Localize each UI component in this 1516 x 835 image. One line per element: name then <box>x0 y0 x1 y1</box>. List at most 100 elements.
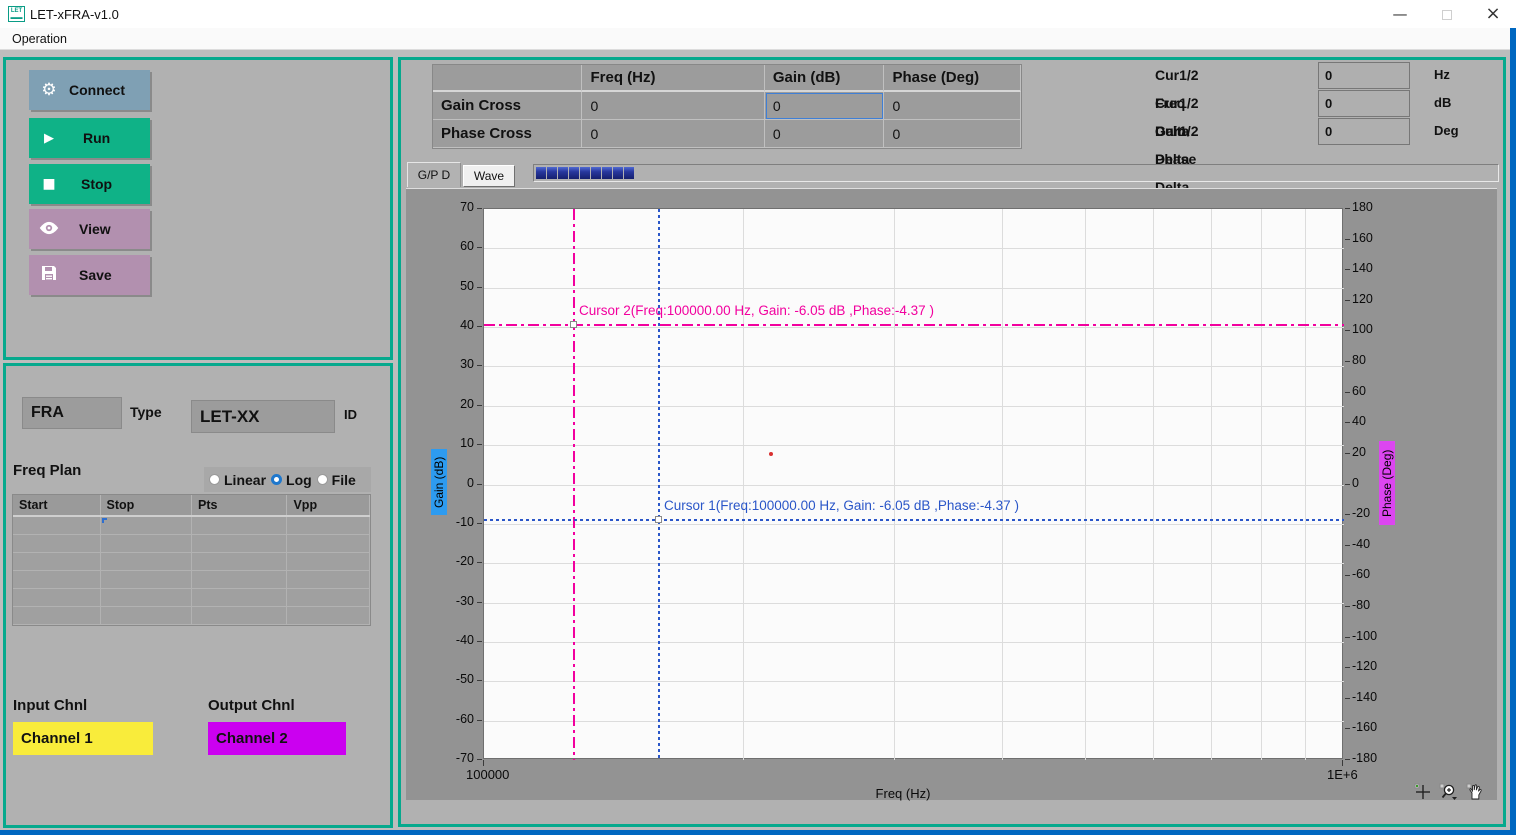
stop-button[interactable]: ■ Stop <box>29 164 150 204</box>
plan-cell[interactable] <box>287 535 370 552</box>
tab-gpd[interactable]: G/P D <box>407 162 461 187</box>
plan-cell[interactable] <box>192 607 287 624</box>
cross-value-cell[interactable]: 0 <box>765 92 885 120</box>
phase-tick <box>1345 239 1350 240</box>
plan-cell[interactable] <box>13 517 101 534</box>
connect-button[interactable]: ⚙ Connect <box>29 70 150 110</box>
plan-cell[interactable] <box>192 517 287 534</box>
tab-wave[interactable]: Wave <box>463 165 515 187</box>
cursor-hline-1[interactable] <box>484 324 1344 326</box>
plan-cell[interactable] <box>287 553 370 570</box>
freq-plan-table: StartStopPtsVpp <box>12 494 371 626</box>
gain-tick-label: 40 <box>428 318 474 332</box>
progress-segment <box>591 167 601 179</box>
phase-tick-label: 0 <box>1352 476 1359 490</box>
id-field[interactable]: LET-XX <box>191 400 335 433</box>
radio-option-linear[interactable]: Linear <box>209 472 266 488</box>
cross-value-cell[interactable]: 0 <box>582 120 764 148</box>
plan-row <box>13 535 370 553</box>
phase-tick-label: 120 <box>1352 292 1373 306</box>
plan-cell[interactable] <box>101 553 192 570</box>
pan-tool-icon[interactable] <box>1466 783 1484 806</box>
app-window: { "window": { "title": "LET-xFRA-v1.0", … <box>0 0 1516 835</box>
plan-cell[interactable] <box>192 571 287 588</box>
phase-tick-label: -120 <box>1352 659 1377 673</box>
graph-tool-palette <box>1414 783 1484 806</box>
view-label: View <box>79 221 111 237</box>
output-channel-selector[interactable]: Channel 2 <box>208 722 346 755</box>
input-channel-selector[interactable]: Channel 1 <box>13 722 153 755</box>
close-button[interactable]: × <box>1473 0 1513 28</box>
plan-cell[interactable] <box>192 553 287 570</box>
plan-cell[interactable] <box>192 589 287 606</box>
connect-label: Connect <box>69 82 125 98</box>
cross-row-label: Gain Cross <box>433 92 582 120</box>
plan-cell[interactable] <box>13 571 101 588</box>
plan-cell[interactable] <box>13 607 101 624</box>
type-label: Type <box>130 404 162 420</box>
cross-value-cell[interactable]: 0 <box>765 120 885 148</box>
cursor-marker-1[interactable] <box>570 321 577 328</box>
cross-value-cell[interactable]: 0 <box>884 92 1021 120</box>
zoom-tool-icon[interactable] <box>1439 783 1459 806</box>
plan-header-row: StartStopPtsVpp <box>13 495 370 517</box>
plan-cell[interactable] <box>101 607 192 624</box>
progress-segment <box>580 167 590 179</box>
plan-cell[interactable] <box>287 517 370 534</box>
radio-dot-linear[interactable] <box>209 474 220 485</box>
type-field[interactable]: FRA <box>22 397 122 429</box>
gain-tick <box>477 641 482 642</box>
plan-cell[interactable] <box>287 571 370 588</box>
phase-tick <box>1345 453 1350 454</box>
progress-segment <box>624 167 634 179</box>
cross-value-cell[interactable]: 0 <box>582 92 764 120</box>
plan-cell[interactable] <box>101 535 192 552</box>
window-accent-bottom <box>0 830 1516 835</box>
maximize-button[interactable] <box>1427 0 1467 28</box>
menu-operation[interactable]: Operation <box>8 31 71 47</box>
gear-icon: ⚙ <box>29 80 69 100</box>
radio-dot-log[interactable] <box>271 474 282 485</box>
plan-cell[interactable] <box>13 553 101 570</box>
minimize-button[interactable]: — <box>1380 0 1420 28</box>
gridline-h <box>484 485 1344 486</box>
delta-value-field[interactable]: 0 <box>1318 62 1410 89</box>
gain-tick-label: -50 <box>428 672 474 686</box>
save-button[interactable]: Save <box>29 255 150 295</box>
phase-tick <box>1345 422 1350 423</box>
cross-row: Phase Cross000 <box>433 120 1021 148</box>
delta-value-field[interactable]: 0 <box>1318 90 1410 117</box>
view-button[interactable]: View <box>29 209 150 249</box>
plan-cell[interactable] <box>287 607 370 624</box>
progress-segment <box>602 167 612 179</box>
plan-cell[interactable] <box>101 517 192 534</box>
data-point <box>769 452 773 456</box>
radio-dot-file[interactable] <box>317 474 328 485</box>
cross-value-cell[interactable]: 0 <box>884 120 1021 148</box>
delta-value-field[interactable]: 0 <box>1318 118 1410 145</box>
cursor-vline-1[interactable] <box>573 209 575 760</box>
plan-cell[interactable] <box>13 535 101 552</box>
radio-option-log[interactable]: Log <box>271 472 312 488</box>
run-button[interactable]: ▶ Run <box>29 118 150 158</box>
plan-cell[interactable] <box>287 589 370 606</box>
phase-tick <box>1345 575 1350 576</box>
plan-cell[interactable] <box>192 535 287 552</box>
gain-tick-label: 60 <box>428 239 474 253</box>
plot[interactable]: Cursor 2(Freq:100000.00 Hz, Gain: -6.05 … <box>483 208 1343 759</box>
plan-row <box>13 589 370 607</box>
gridline-v <box>1153 209 1154 760</box>
cursor-marker-2[interactable] <box>655 516 662 523</box>
gridline-v <box>1002 209 1003 760</box>
cross-header-cell: Gain (dB) <box>765 65 885 92</box>
radio-option-file[interactable]: File <box>317 472 356 488</box>
cursor-hline-2[interactable] <box>484 519 1344 521</box>
plan-cell[interactable] <box>101 571 192 588</box>
phase-tick <box>1345 300 1350 301</box>
cursor-vline-2[interactable] <box>658 209 660 760</box>
plan-cell[interactable] <box>101 589 192 606</box>
plan-cell[interactable] <box>13 589 101 606</box>
phase-axis-label: Phase (Deg) <box>1379 441 1395 525</box>
gain-tick-label: -60 <box>428 712 474 726</box>
crosshair-tool-icon[interactable] <box>1414 783 1432 806</box>
